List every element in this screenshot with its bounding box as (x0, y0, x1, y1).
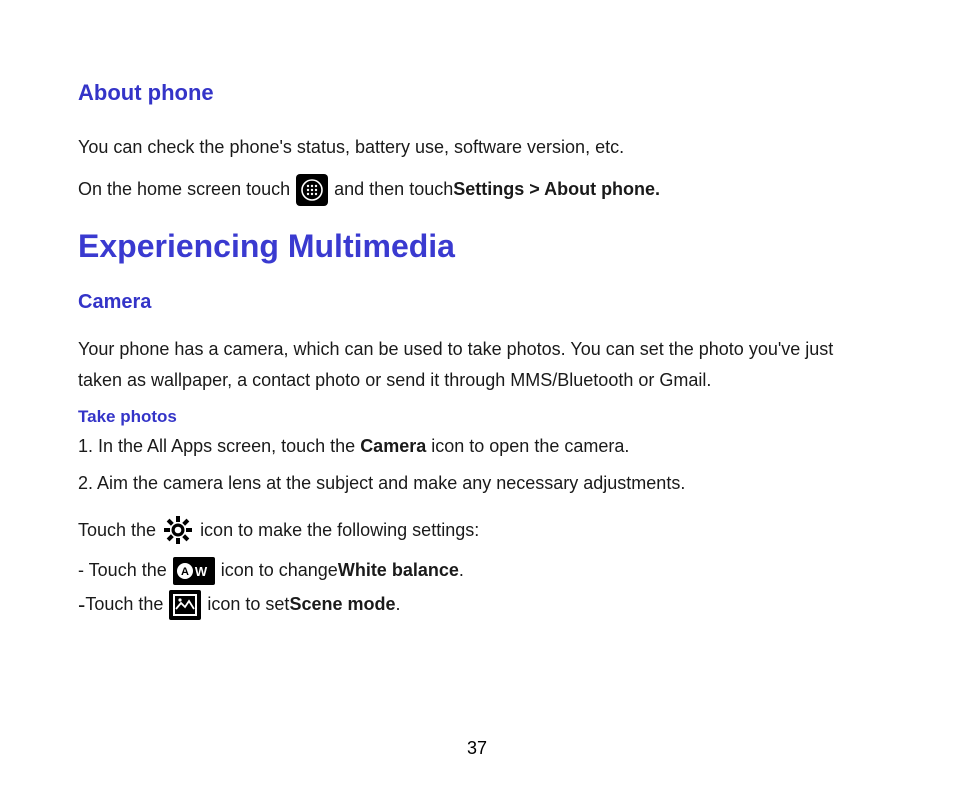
experiencing-multimedia-heading: Experiencing Multimedia (78, 228, 876, 265)
instr-text-post-b: Settings > About phone. (453, 175, 660, 204)
svg-text:W: W (195, 564, 208, 579)
settings-pre: Touch the (78, 516, 156, 545)
app-drawer-icon (296, 174, 328, 206)
wb-end: . (459, 556, 464, 585)
scene-dash: - (78, 587, 85, 622)
step1-c: icon to open the camera. (426, 436, 629, 456)
scene-end: . (395, 590, 400, 619)
about-phone-instruction: On the home screen touch and then touch … (78, 174, 876, 206)
white-balance-row: - Touch the A W icon to change White bal… (78, 556, 876, 585)
camera-heading: Camera (78, 291, 876, 314)
scene-bold: Scene mode (289, 590, 395, 619)
page-number: 37 (0, 738, 954, 759)
svg-text:A: A (181, 566, 189, 578)
wb-mid: icon to change (221, 556, 338, 585)
white-balance-icon: A W (173, 557, 215, 585)
instr-text-pre: On the home screen touch (78, 175, 290, 204)
wb-pre: - Touch the (78, 556, 167, 585)
scene-mode-icon (169, 590, 201, 620)
step1-b: Camera (360, 436, 426, 456)
take-photos-step-1: 1. In the All Apps screen, touch the Cam… (78, 433, 876, 461)
step1-a: 1. In the All Apps screen, touch the (78, 436, 360, 456)
scene-mode-row: - Touch the icon to set Scene mode . (78, 587, 876, 622)
scene-pre: Touch the (85, 590, 163, 619)
take-photos-step-2: 2. Aim the camera lens at the subject an… (78, 470, 876, 498)
instr-text-post-a: and then touch (334, 175, 453, 204)
take-photos-heading: Take photos (78, 407, 876, 427)
gear-settings-icon (162, 514, 194, 546)
about-phone-description: You can check the phone's status, batter… (78, 132, 876, 164)
scene-mid: icon to set (207, 590, 289, 619)
settings-post: icon to make the following settings: (200, 516, 479, 545)
camera-description: Your phone has a camera, which can be us… (78, 334, 876, 397)
wb-bold: White balance (338, 556, 459, 585)
about-phone-heading: About phone (78, 80, 876, 106)
settings-instruction: Touch the icon to make the following set… (78, 514, 876, 546)
